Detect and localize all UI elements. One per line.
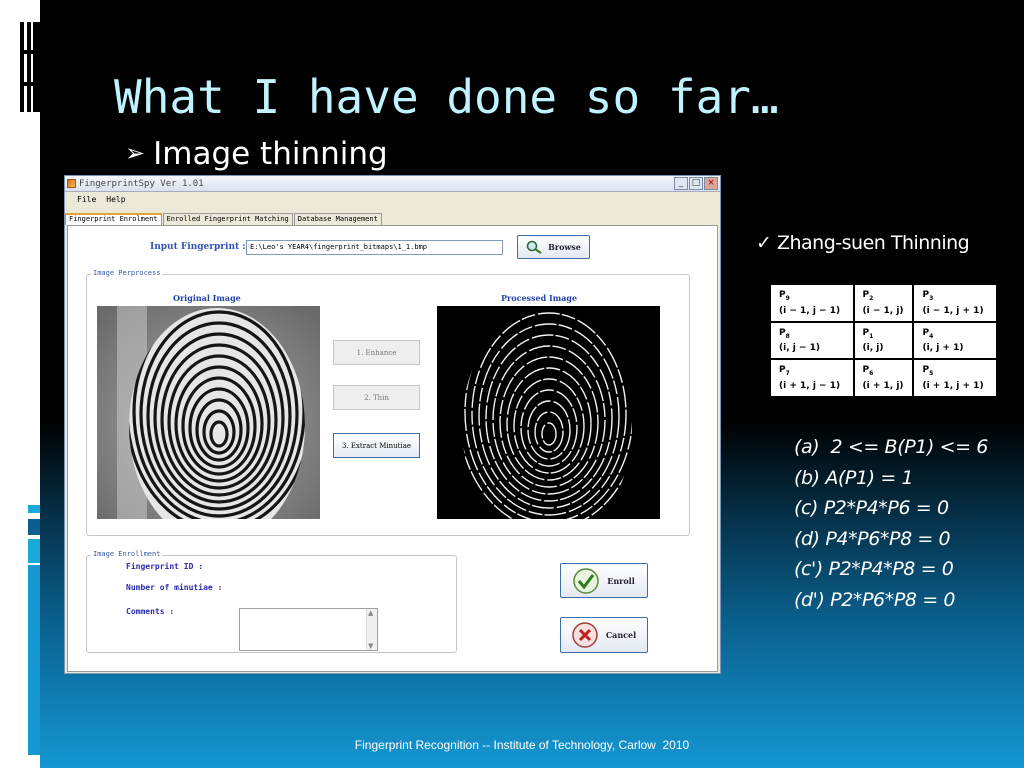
algorithm-name: Zhang-suen Thinning bbox=[776, 232, 970, 254]
enrollment-group-label: Image Enrollment bbox=[91, 550, 163, 558]
original-image-title: Original Image bbox=[173, 293, 241, 303]
table-cell: P8 (i, j − 1) bbox=[769, 320, 855, 361]
tab-fingerprint-enrolment[interactable]: Fingerprint Enrolment bbox=[65, 213, 162, 225]
table-row: P7 (i + 1, j − 1) P6 (i + 1, j) P5 (i + 1, … bbox=[769, 358, 998, 398]
magnifier-icon bbox=[526, 240, 542, 254]
window-title: FingerprintSpy Ver 1.01 bbox=[79, 179, 204, 189]
cancel-x-icon bbox=[572, 622, 598, 648]
scroll-up-icon[interactable]: ▲ bbox=[368, 609, 373, 617]
enrolment-panel: Input Fingerprint : E:\Leo's YEAR4\finge… bbox=[67, 225, 718, 672]
tab-strip: Fingerprint Enrolment Enrolled Fingerpri… bbox=[65, 213, 383, 225]
comments-textarea[interactable]: ▲ ▼ bbox=[239, 608, 378, 651]
processed-image-title: Processed Image bbox=[501, 293, 578, 303]
app-icon bbox=[67, 179, 76, 188]
zhang-suen-heading: ✓ Zhang-suen Thinning bbox=[756, 232, 970, 254]
check-circle-icon bbox=[573, 567, 599, 594]
image-enrollment-group: Image Enrollment Fingerprint ID : Number… bbox=[86, 550, 457, 653]
tab-database-management[interactable]: Database Management bbox=[293, 213, 382, 225]
condition-a: (a) 2 <= B(P1) <= 6 bbox=[794, 436, 988, 458]
enhance-button[interactable]: 1. Enhance bbox=[333, 340, 420, 365]
fingerprint-id-label: Fingerprint ID : bbox=[126, 562, 204, 571]
condition-b: (b) A(P1) = 1 bbox=[794, 466, 914, 489]
number-of-minutiae-label: Number of minutiae : bbox=[126, 583, 223, 592]
bullet-image-thinning: ➢ Image thinning bbox=[125, 136, 388, 172]
table-cell: P1 (i, j) bbox=[852, 320, 915, 361]
fingerprintspy-window: FingerprintSpy Ver 1.01 _ □ × File Help … bbox=[64, 175, 721, 674]
decor-bars-bottom bbox=[28, 505, 40, 755]
slide-footer: Fingerprint Recognition -- Institute of … bbox=[354, 738, 690, 752]
condition-d: (d) P4*P6*P8 = 0 bbox=[794, 527, 951, 550]
close-button[interactable]: × bbox=[704, 177, 718, 190]
input-fingerprint-path[interactable]: E:\Leo's YEAR4\fingerprint_bitmaps\1_1.b… bbox=[246, 240, 503, 255]
processed-fingerprint-image bbox=[437, 306, 660, 519]
bullet-text: Image thinning bbox=[153, 136, 388, 172]
browse-label: Browse bbox=[548, 242, 581, 252]
image-preprocess-group: Image Perprocess Original Image Processe… bbox=[86, 269, 690, 536]
scroll-down-icon[interactable]: ▼ bbox=[368, 642, 373, 650]
window-titlebar: FingerprintSpy Ver 1.01 _ □ × bbox=[65, 176, 720, 192]
check-mark-icon: ✓ bbox=[756, 232, 772, 254]
table-cell: P9 (i − 1, j − 1) bbox=[769, 283, 855, 323]
left-decor-strip bbox=[0, 0, 40, 768]
table-cell: P6 (i + 1, j) bbox=[852, 358, 915, 398]
cancel-label: Cancel bbox=[605, 630, 637, 640]
maximize-button[interactable]: □ bbox=[689, 177, 703, 190]
input-fingerprint-label: Input Fingerprint : bbox=[150, 242, 246, 252]
table-cell: P7 (i + 1, j − 1) bbox=[769, 358, 855, 398]
table-cell: P3 (i − 1, j + 1) bbox=[912, 283, 998, 323]
table-cell: P4 (i, j + 1) bbox=[912, 320, 998, 361]
table-cell: P2 (i − 1, j) bbox=[852, 283, 915, 323]
decor-bars-top bbox=[20, 22, 40, 112]
table-row: P8 (i, j − 1) P1 (i, j) P4 (i, j + 1) bbox=[769, 320, 998, 361]
pixel-neighborhood-table: P9 (i − 1, j − 1) P2 (i − 1, j) P3 (i − 1, … bbox=[767, 281, 1000, 400]
preprocess-group-label: Image Perprocess bbox=[91, 269, 163, 277]
condition-c-prime: (c') P2*P4*P8 = 0 bbox=[794, 558, 954, 580]
original-fingerprint-image bbox=[97, 306, 320, 519]
comments-label: Comments : bbox=[126, 607, 175, 616]
cancel-button[interactable]: Cancel bbox=[560, 617, 648, 653]
browse-button[interactable]: Browse bbox=[517, 235, 590, 259]
menubar: File Help bbox=[65, 193, 720, 207]
table-row: P9 (i − 1, j − 1) P2 (i − 1, j) P3 (i − 1, … bbox=[769, 283, 998, 323]
condition-d-prime: (d') P2*P6*P8 = 0 bbox=[794, 588, 956, 611]
enroll-button[interactable]: Enroll bbox=[560, 563, 648, 598]
extract-minutiae-button[interactable]: 3. Extract Minutiae bbox=[333, 433, 420, 458]
enroll-label: Enroll bbox=[607, 575, 635, 586]
tab-enrolled-fingerprint-matching[interactable]: Enrolled Fingerprint Matching bbox=[162, 213, 293, 225]
slide-title: What I have done so far… bbox=[114, 70, 779, 124]
thin-button[interactable]: 2. Thin bbox=[333, 385, 420, 410]
menu-help[interactable]: Help bbox=[106, 193, 125, 207]
comments-scrollbar[interactable]: ▲ ▼ bbox=[366, 609, 377, 650]
thinning-conditions: (a) 2 <= B(P1) <= 6 (b) A(P1) = 1 (c) P2… bbox=[794, 432, 988, 615]
minimize-button[interactable]: _ bbox=[674, 177, 688, 190]
menu-file[interactable]: File bbox=[77, 193, 96, 207]
arrow-bullet-icon: ➢ bbox=[125, 139, 146, 167]
table-cell: P5 (i + 1, j + 1) bbox=[912, 358, 998, 398]
condition-c: (c) P2*P4*P6 = 0 bbox=[794, 497, 949, 519]
